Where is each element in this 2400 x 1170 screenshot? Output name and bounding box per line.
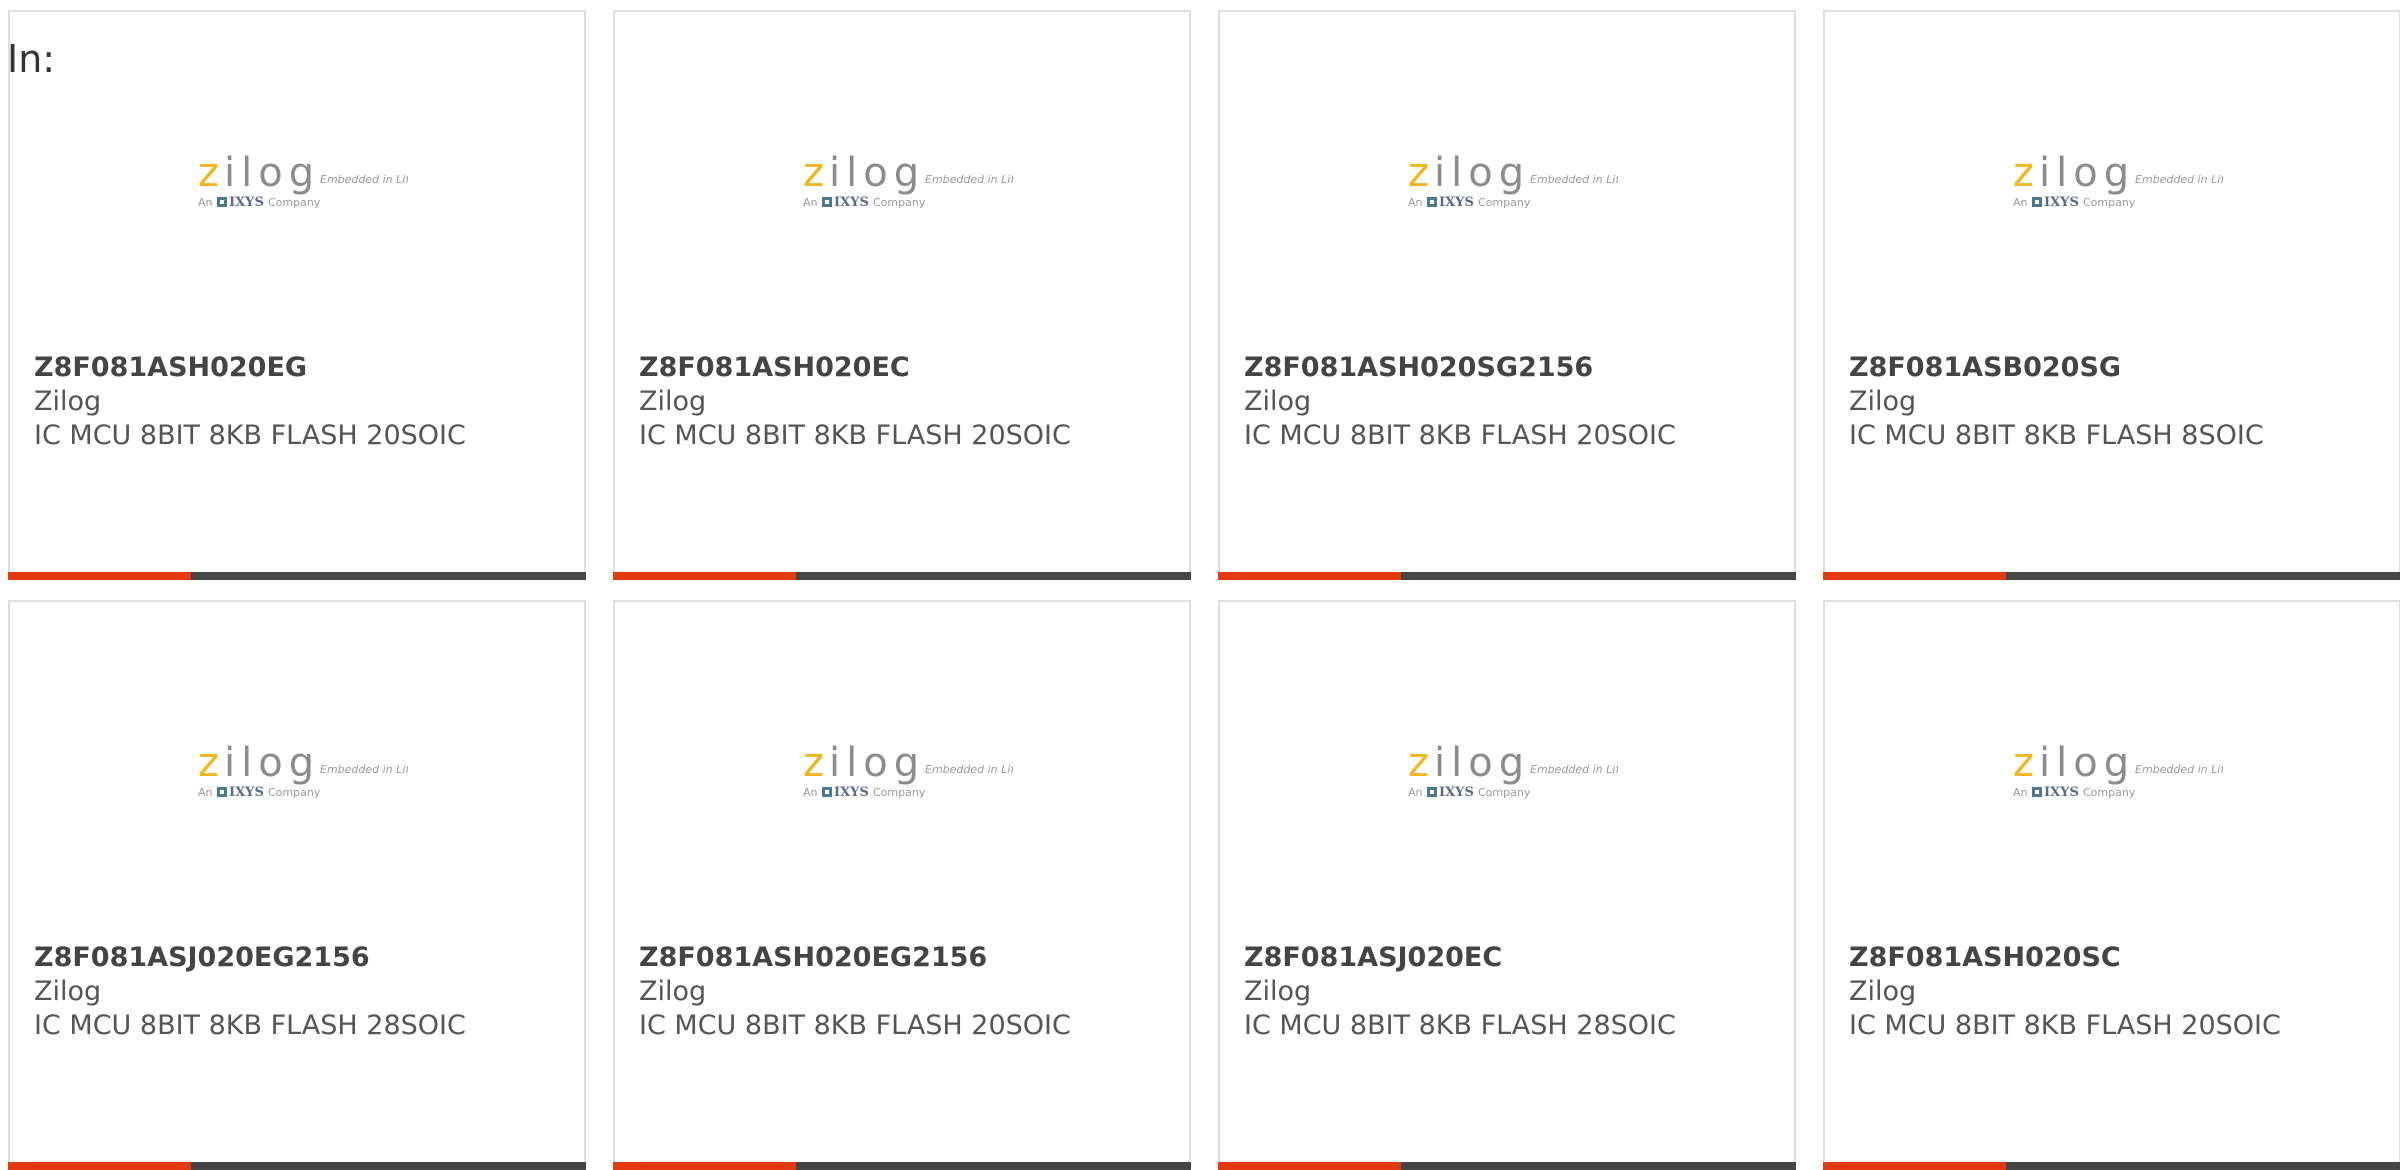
svg-text:z: z <box>1408 152 1429 196</box>
svg-text:Embedded in Life: Embedded in Life <box>320 173 408 186</box>
product-card[interactable]: z ilog Embedded in Life An IXYS Company Z8F08… <box>613 10 1191 580</box>
svg-text:IXYS: IXYS <box>2044 785 2079 800</box>
svg-text:Embedded in Life: Embedded in Life <box>1530 173 1618 186</box>
part-number[interactable]: Z8F081ASH020EG <box>34 354 307 381</box>
zilog-logo: z ilog Embedded in Life An IXYS Company <box>1408 742 1618 804</box>
part-number[interactable]: Z8F081ASH020SG2156 <box>1244 354 1593 381</box>
product-grid: z ilog Embedded in Life An IXYS Company Z8F08… <box>8 10 2400 1170</box>
svg-text:An: An <box>1408 196 1423 209</box>
svg-text:ilog: ilog <box>829 152 925 196</box>
product-card[interactable]: z ilog Embedded in Life An IXYS Company Z8F08… <box>613 600 1191 1170</box>
svg-text:Embedded in Life: Embedded in Life <box>2135 763 2223 776</box>
description: IC MCU 8BIT 8KB FLASH 20SOIC <box>34 420 466 451</box>
svg-text:ilog: ilog <box>1434 742 1530 786</box>
svg-text:Company: Company <box>268 786 321 799</box>
svg-text:Company: Company <box>2083 196 2136 209</box>
svg-text:An: An <box>2013 196 2028 209</box>
svg-text:Embedded in Life: Embedded in Life <box>320 763 408 776</box>
svg-text:z: z <box>2013 742 2034 786</box>
part-number[interactable]: Z8F081ASH020EC <box>639 354 910 381</box>
svg-text:IXYS: IXYS <box>834 195 869 210</box>
svg-text:Embedded in Life: Embedded in Life <box>1530 763 1618 776</box>
svg-text:An: An <box>2013 786 2028 799</box>
zilog-logo: z ilog Embedded in Life An IXYS Company <box>198 742 408 804</box>
card-footer-bar <box>1823 1162 2400 1170</box>
svg-text:Company: Company <box>2083 786 2136 799</box>
svg-text:Embedded in Life: Embedded in Life <box>2135 173 2223 186</box>
svg-text:IXYS: IXYS <box>229 785 264 800</box>
part-number[interactable]: Z8F081ASH020EG2156 <box>639 944 987 971</box>
zilog-logo: z ilog Embedded in Life An IXYS Company <box>2013 742 2223 804</box>
part-number[interactable]: Z8F081ASH020SC <box>1849 944 2121 971</box>
svg-text:An: An <box>198 196 213 209</box>
svg-text:z: z <box>1408 742 1429 786</box>
svg-text:Company: Company <box>873 786 926 799</box>
description: IC MCU 8BIT 8KB FLASH 20SOIC <box>1244 420 1676 451</box>
svg-text:z: z <box>2013 152 2034 196</box>
svg-text:IXYS: IXYS <box>229 195 264 210</box>
manufacturer: Zilog <box>1849 386 1917 417</box>
svg-text:ilog: ilog <box>2039 742 2135 786</box>
svg-text:IXYS: IXYS <box>1439 195 1474 210</box>
card-footer-bar <box>1218 572 1796 580</box>
product-card[interactable]: z ilog Embedded in Life An IXYS Company Z8F08… <box>8 10 586 580</box>
zilog-logo: z ilog Embedded in Life An IXYS Company <box>803 742 1013 804</box>
svg-text:An: An <box>1408 786 1423 799</box>
manufacturer: Zilog <box>34 386 102 417</box>
svg-text:ilog: ilog <box>1434 152 1530 196</box>
svg-text:Company: Company <box>1478 786 1531 799</box>
svg-text:IXYS: IXYS <box>1439 785 1474 800</box>
card-footer-bar <box>1823 572 2400 580</box>
svg-text:z: z <box>198 152 219 196</box>
part-number[interactable]: Z8F081ASB020SG <box>1849 354 2121 381</box>
in-label: In: <box>7 37 56 81</box>
svg-text:Company: Company <box>1478 196 1531 209</box>
svg-text:IXYS: IXYS <box>2044 195 2079 210</box>
svg-text:Embedded in Life: Embedded in Life <box>925 173 1013 186</box>
svg-text:ilog: ilog <box>829 742 925 786</box>
zilog-logo: z ilog Embedded in Life An IXYS Company <box>803 152 1013 214</box>
description: IC MCU 8BIT 8KB FLASH 8SOIC <box>1849 420 2264 451</box>
svg-text:An: An <box>803 196 818 209</box>
product-card[interactable]: z ilog Embedded in Life An IXYS Company Z8F08… <box>1218 600 1796 1170</box>
manufacturer: Zilog <box>1849 976 1917 1007</box>
description: IC MCU 8BIT 8KB FLASH 20SOIC <box>1849 1010 2281 1041</box>
product-card[interactable]: z ilog Embedded in Life An IXYS Company Z8F08… <box>1823 10 2400 580</box>
manufacturer: Zilog <box>1244 976 1312 1007</box>
description: IC MCU 8BIT 8KB FLASH 28SOIC <box>34 1010 466 1041</box>
card-footer-bar <box>613 1162 1191 1170</box>
svg-text:Embedded in Life: Embedded in Life <box>925 763 1013 776</box>
description: IC MCU 8BIT 8KB FLASH 20SOIC <box>639 1010 1071 1041</box>
svg-text:Company: Company <box>268 196 321 209</box>
card-footer-bar <box>8 572 586 580</box>
description: IC MCU 8BIT 8KB FLASH 28SOIC <box>1244 1010 1676 1041</box>
svg-text:ilog: ilog <box>224 742 320 786</box>
card-footer-bar <box>8 1162 586 1170</box>
description: IC MCU 8BIT 8KB FLASH 20SOIC <box>639 420 1071 451</box>
product-card[interactable]: z ilog Embedded in Life An IXYS Company Z8F08… <box>8 600 586 1170</box>
manufacturer: Zilog <box>1244 386 1312 417</box>
manufacturer: Zilog <box>639 386 707 417</box>
product-card[interactable]: z ilog Embedded in Life An IXYS Company Z8F08… <box>1823 600 2400 1170</box>
zilog-logo: z ilog Embedded in Life An IXYS Company <box>2013 152 2223 214</box>
zilog-logo: z ilog Embedded in Life An IXYS Company <box>198 152 408 214</box>
svg-text:z: z <box>198 742 219 786</box>
svg-text:An: An <box>198 786 213 799</box>
manufacturer: Zilog <box>34 976 102 1007</box>
card-footer-bar <box>1218 1162 1796 1170</box>
svg-text:z: z <box>803 742 824 786</box>
svg-text:An: An <box>803 786 818 799</box>
svg-text:ilog: ilog <box>2039 152 2135 196</box>
zilog-logo: z ilog Embedded in Life An IXYS Company <box>1408 152 1618 214</box>
part-number[interactable]: Z8F081ASJ020EG2156 <box>34 944 370 971</box>
svg-text:z: z <box>803 152 824 196</box>
manufacturer: Zilog <box>639 976 707 1007</box>
svg-text:Company: Company <box>873 196 926 209</box>
card-footer-bar <box>613 572 1191 580</box>
product-card[interactable]: z ilog Embedded in Life An IXYS Company Z8F08… <box>1218 10 1796 580</box>
part-number[interactable]: Z8F081ASJ020EC <box>1244 944 1502 971</box>
svg-text:IXYS: IXYS <box>834 785 869 800</box>
svg-text:ilog: ilog <box>224 152 320 196</box>
